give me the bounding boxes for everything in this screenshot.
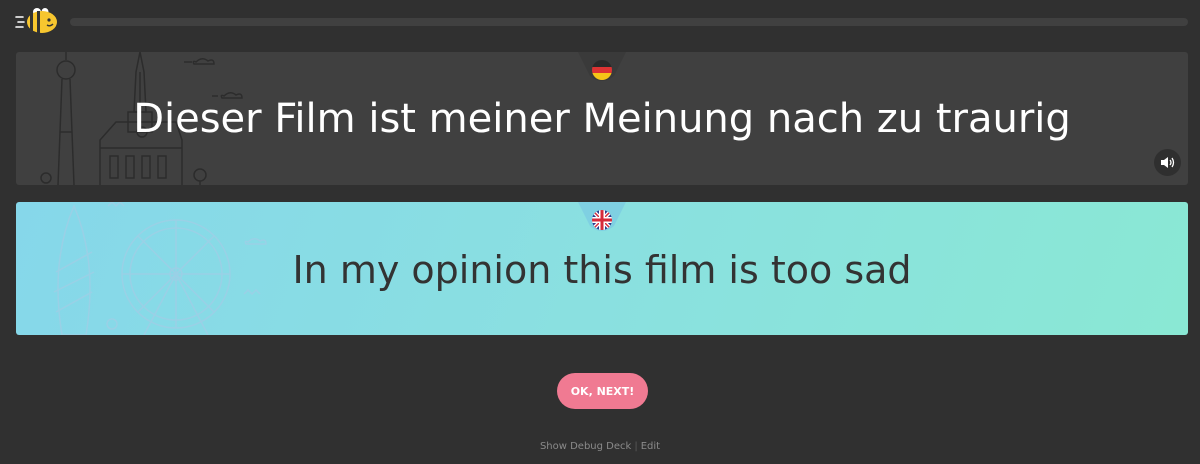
show-debug-deck-link[interactable]: Show Debug Deck bbox=[540, 441, 631, 452]
speaker-icon bbox=[1161, 157, 1175, 168]
edit-link[interactable]: Edit bbox=[641, 441, 660, 452]
uk-flag-icon bbox=[592, 210, 612, 230]
target-sentence: In my opinion this film is too sad bbox=[292, 248, 912, 292]
target-card: In my opinion this film is too sad bbox=[16, 202, 1188, 335]
footer-separator: | bbox=[634, 441, 638, 452]
play-audio-button[interactable] bbox=[1154, 149, 1181, 176]
source-card: Dieser Film ist meiner Meinung nach zu t… bbox=[16, 52, 1188, 185]
footer-links: Show Debug Deck | Edit bbox=[0, 440, 1200, 454]
source-sentence: Dieser Film ist meiner Meinung nach zu t… bbox=[133, 96, 1071, 142]
ok-next-button[interactable]: OK, NEXT! bbox=[557, 373, 648, 409]
bee-icon[interactable] bbox=[14, 6, 62, 36]
top-bar bbox=[0, 0, 1200, 44]
germany-flag-icon bbox=[592, 60, 612, 80]
progress-bar bbox=[70, 18, 1188, 26]
